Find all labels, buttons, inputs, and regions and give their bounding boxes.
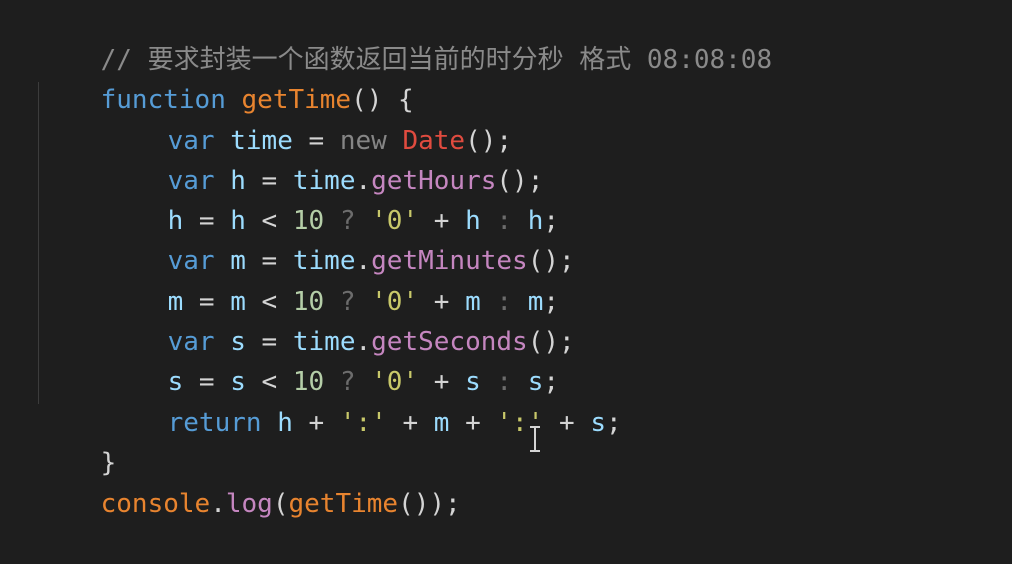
code-line-close-brace: } — [38, 403, 117, 478]
operator: + — [543, 408, 591, 438]
identifier: h — [277, 408, 293, 438]
code-line-comment: // 要求封装一个函数返回当前的时分秒 格式 08:08:08 — [38, 0, 773, 75]
identifier: m — [433, 408, 450, 438]
identifier: s — [590, 408, 606, 438]
code-line-var-m: var m = time.getMinutes(); — [38, 201, 575, 276]
code-line-var-s: var s = time.getSeconds(); — [38, 282, 575, 357]
code-line-return: return h + ':' + m + ':' + s; — [38, 363, 622, 438]
code-line-var-time: var time = new Date(); — [38, 81, 512, 156]
method-name: log — [225, 489, 273, 519]
operator: + — [449, 408, 497, 438]
operator: + — [386, 408, 434, 438]
operator: + — [292, 408, 340, 438]
keyword-return: return — [167, 408, 262, 438]
code-line-m-ternary: m = m < 10 ? '0' + m : m; — [38, 242, 559, 317]
string-literal: ':' — [339, 408, 387, 438]
code-line-s-ternary: s = s < 10 ? '0' + s : s; — [38, 322, 559, 397]
code-line-h-ternary: h = h < 10 ? '0' + h : h; — [38, 161, 559, 236]
text-cursor-icon — [528, 426, 542, 452]
function-call: getTime — [288, 489, 399, 519]
punctuation: ()); — [398, 489, 461, 519]
code-line-function-decl: function getTime() { — [38, 40, 414, 115]
code-editor[interactable]: // 要求封装一个函数返回当前的时分秒 格式 08:08:08 function… — [0, 0, 1012, 519]
punctuation: ( — [272, 489, 289, 519]
code-line-var-h: var h = time.getHours(); — [38, 121, 544, 196]
code-line-console-log: console.log(getTime()); — [38, 444, 461, 519]
identifier-console: console — [100, 489, 211, 519]
punctuation: . — [210, 489, 226, 519]
punctuation: ; — [605, 408, 622, 438]
